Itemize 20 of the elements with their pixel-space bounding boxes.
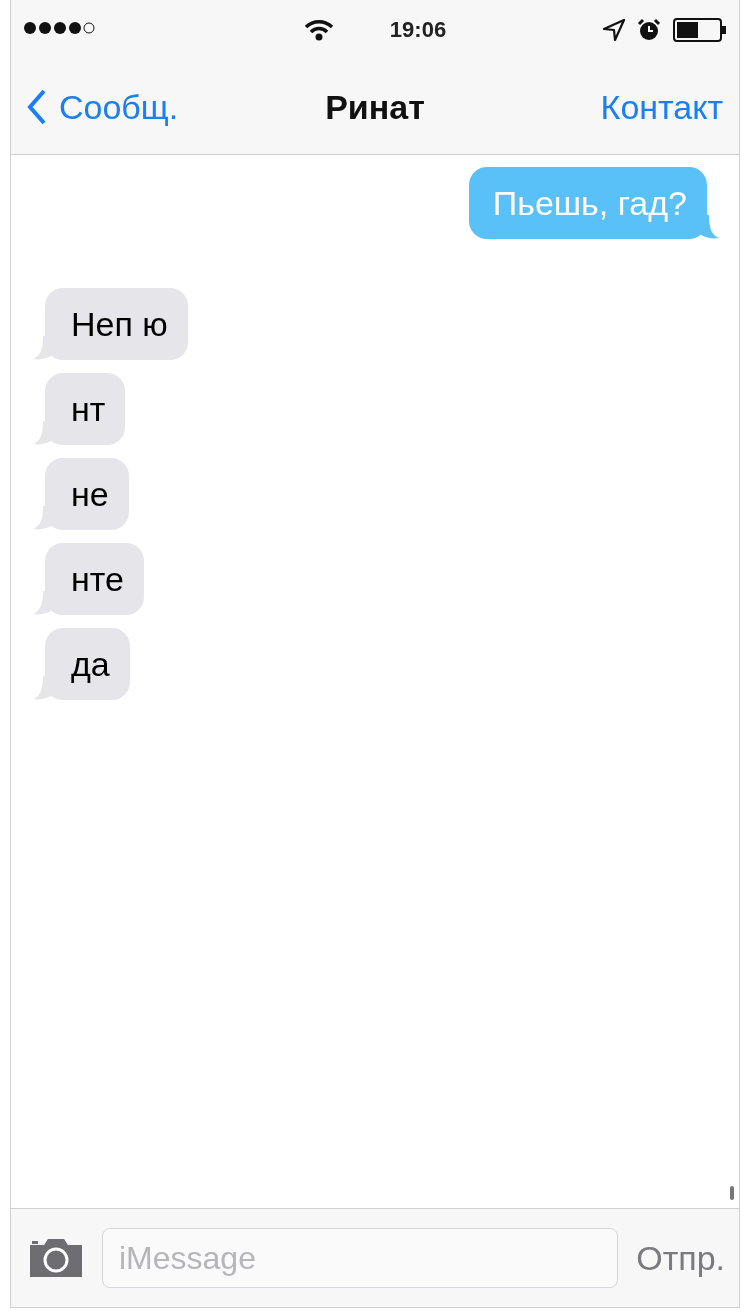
back-button[interactable]: Сообщ. [27, 87, 179, 127]
message-input-field[interactable]: iMessage [102, 1228, 619, 1288]
status-time: 19:06 [389, 17, 447, 43]
location-arrow-icon [603, 19, 625, 41]
message-bubble: Неп ю [45, 288, 188, 360]
signal-icon [23, 21, 97, 35]
message-bubble: не [45, 458, 129, 530]
message-bubble: да [45, 628, 130, 700]
message-bubble: нте [45, 543, 144, 615]
message-bubble: нт [45, 373, 126, 445]
camera-icon[interactable] [28, 1237, 84, 1279]
scroll-indicator [730, 1186, 734, 1200]
message-bubble: Пьешь, гад? [468, 167, 707, 239]
bubble-tail-icon [701, 215, 719, 239]
contact-button[interactable]: Контакт [600, 87, 723, 127]
alarm-clock-icon [637, 18, 661, 42]
battery-icon [673, 18, 727, 42]
contact-name-title: Ринат [325, 87, 425, 127]
chevron-icon [27, 89, 47, 125]
wifi-icon [303, 19, 334, 41]
